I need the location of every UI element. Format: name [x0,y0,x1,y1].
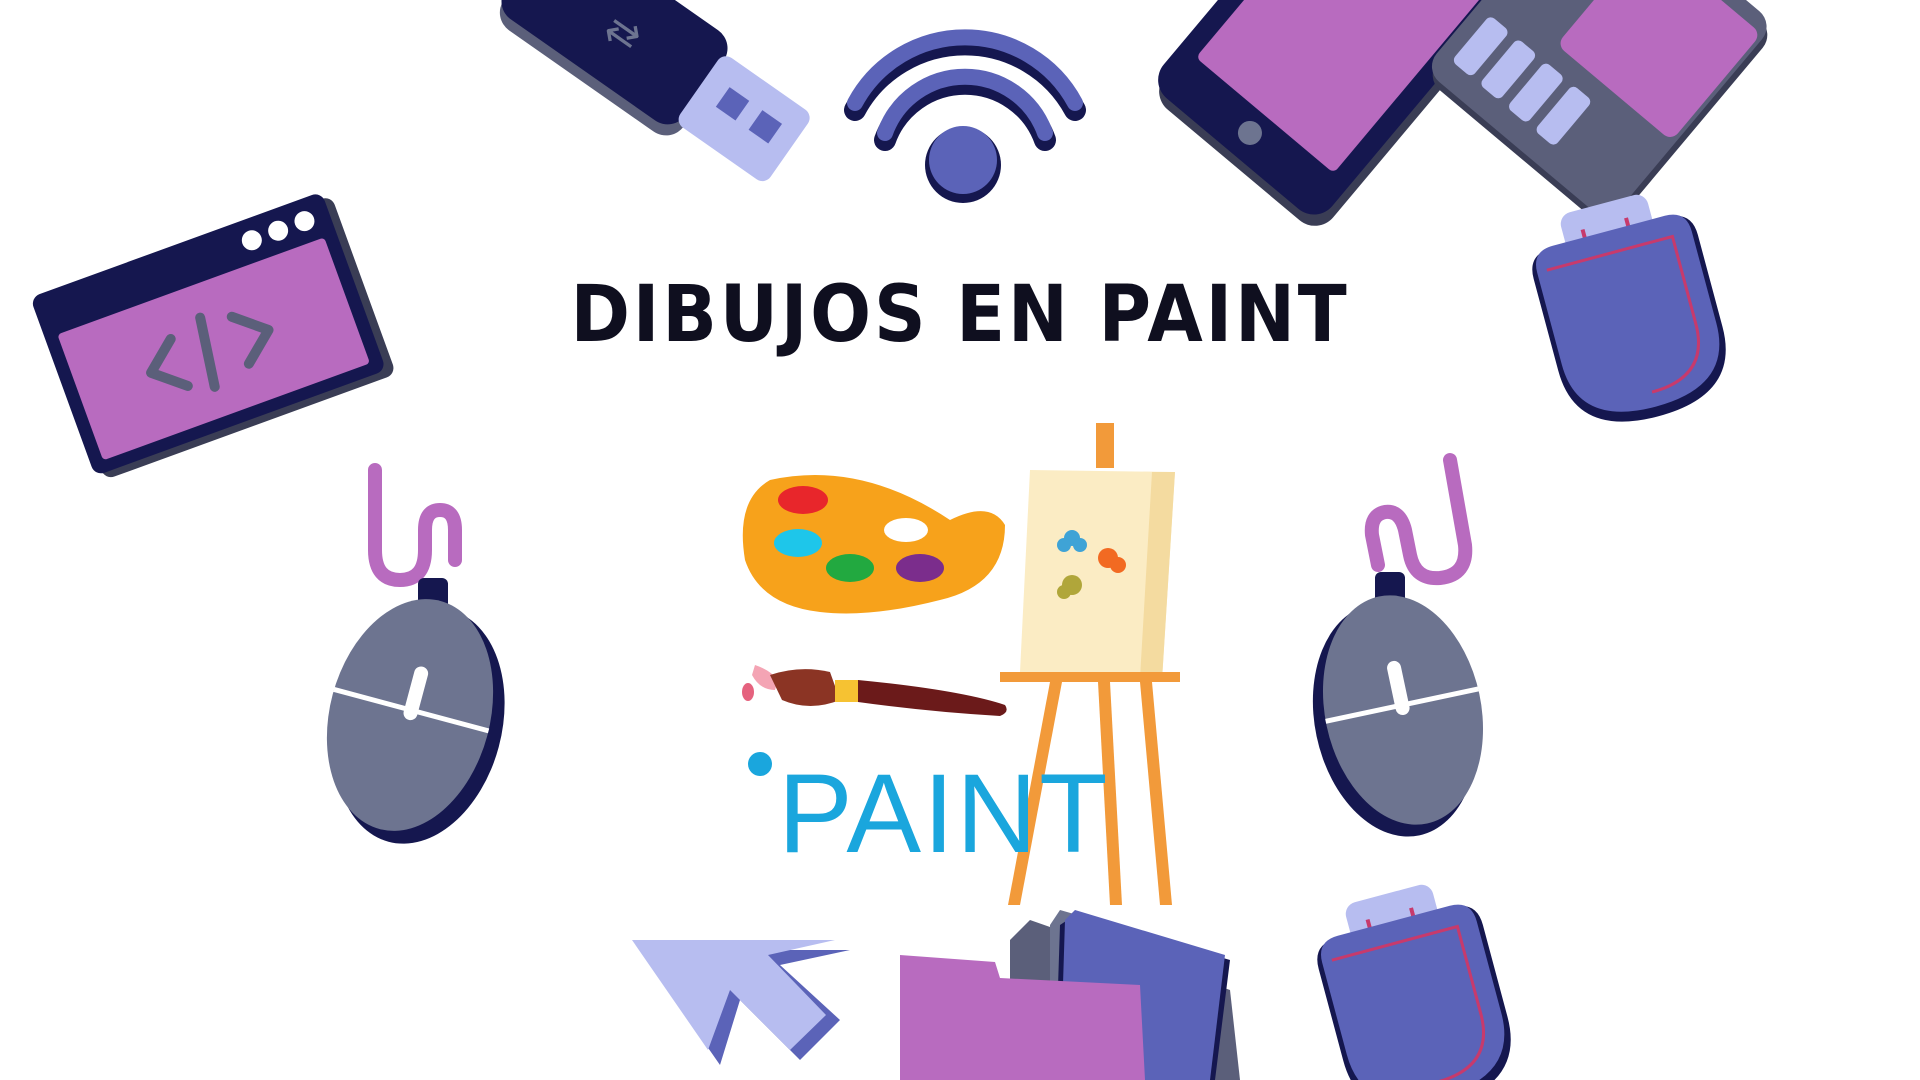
slide: ⇄ DIBUJOS EN PAINT PAINT [0,0,1920,1080]
sd-card-icon [1431,0,1768,224]
paint-logo-text: PAINT [778,751,1110,876]
cursor-arrow-icon [632,940,850,1065]
mouse-icon [1312,453,1484,837]
folder-icon [900,910,1240,1080]
mouse-icon [326,463,505,844]
usb-drive-icon: ⇄ [499,0,810,182]
page-title: DIBUJOS EN PAINT [570,270,1350,360]
usb-plug-icon [1317,884,1511,1080]
paint-palette-icon [742,475,1005,614]
paintbrush-icon [742,665,1007,716]
wifi-icon [844,29,1086,203]
logo-dot [748,752,772,776]
decorations: ⇄ [32,0,1768,1080]
